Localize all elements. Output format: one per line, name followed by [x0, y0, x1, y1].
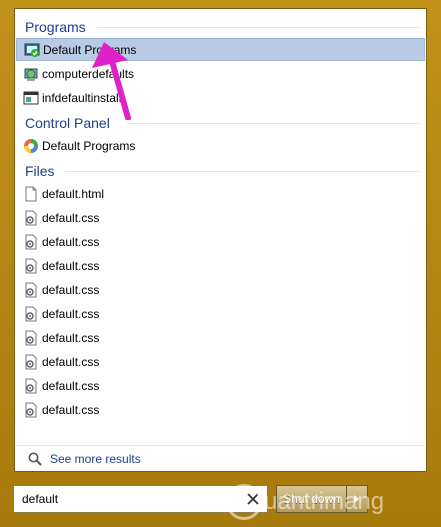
result-file[interactable]: default.css	[16, 230, 425, 253]
result-file[interactable]: default.css	[16, 350, 425, 373]
result-default-programs[interactable]: Default Programs	[16, 38, 425, 61]
result-control-panel-default-programs[interactable]: Default Programs	[16, 134, 425, 157]
default-programs-cp-icon	[23, 138, 39, 154]
shutdown-button-group: Shut down	[276, 485, 368, 513]
document-icon	[23, 186, 39, 202]
computer-defaults-icon	[23, 66, 39, 82]
css-file-icon	[23, 306, 39, 322]
result-file[interactable]: default.css	[16, 302, 425, 325]
clear-search-button[interactable]	[243, 489, 263, 509]
section-title-programs: Programs	[25, 19, 86, 35]
result-label: infdefaultinstall	[42, 90, 122, 105]
result-file[interactable]: default.css	[16, 278, 425, 301]
css-file-icon	[23, 210, 39, 226]
result-file[interactable]: default.html	[16, 182, 425, 205]
result-label: default.css	[42, 402, 100, 417]
search-results-panel: Programs Default Programs computerdefaul…	[14, 8, 427, 472]
result-file[interactable]: default.css	[16, 398, 425, 421]
application-window-icon	[23, 90, 39, 106]
section-header-programs: Programs	[25, 17, 420, 37]
result-label: Default Programs	[43, 42, 137, 57]
search-input[interactable]	[20, 491, 224, 507]
search-icon	[28, 452, 42, 466]
section-divider	[97, 27, 420, 28]
result-file[interactable]: default.css	[16, 374, 425, 397]
close-icon	[247, 493, 259, 505]
result-label: Default Programs	[42, 138, 136, 153]
result-label: default.css	[42, 234, 100, 249]
section-header-control-panel: Control Panel	[25, 113, 420, 133]
section-title-files: Files	[25, 163, 55, 179]
result-file[interactable]: default.css	[16, 326, 425, 349]
section-title-control-panel: Control Panel	[25, 115, 110, 131]
result-label: default.css	[42, 258, 100, 273]
result-label: default.html	[42, 186, 105, 201]
section-divider	[65, 171, 420, 172]
result-label: default.css	[42, 378, 100, 393]
result-file[interactable]: default.css	[16, 206, 425, 229]
result-label: default.css	[42, 210, 100, 225]
search-field[interactable]	[13, 485, 268, 513]
chevron-right-icon	[354, 495, 359, 503]
section-divider	[127, 123, 420, 124]
default-programs-icon	[24, 42, 40, 58]
css-file-icon	[23, 402, 39, 418]
result-label: computerdefaults	[42, 66, 135, 81]
css-file-icon	[23, 234, 39, 250]
result-label: default.css	[42, 306, 100, 321]
css-file-icon	[23, 378, 39, 394]
section-header-files: Files	[25, 161, 420, 181]
see-more-results-link[interactable]: See more results	[16, 445, 425, 472]
css-file-icon	[23, 330, 39, 346]
css-file-icon	[23, 258, 39, 274]
see-more-label: See more results	[50, 452, 141, 466]
result-label: default.css	[42, 354, 100, 369]
result-computerdefaults[interactable]: computerdefaults	[16, 62, 425, 85]
css-file-icon	[23, 282, 39, 298]
result-infdefaultinstall[interactable]: infdefaultinstall	[16, 86, 425, 109]
result-label: default.css	[42, 282, 100, 297]
css-file-icon	[23, 354, 39, 370]
result-file[interactable]: default.css	[16, 254, 425, 277]
shutdown-options-button[interactable]	[346, 486, 367, 512]
result-label: default.css	[42, 330, 100, 345]
shutdown-button[interactable]: Shut down	[277, 486, 346, 512]
